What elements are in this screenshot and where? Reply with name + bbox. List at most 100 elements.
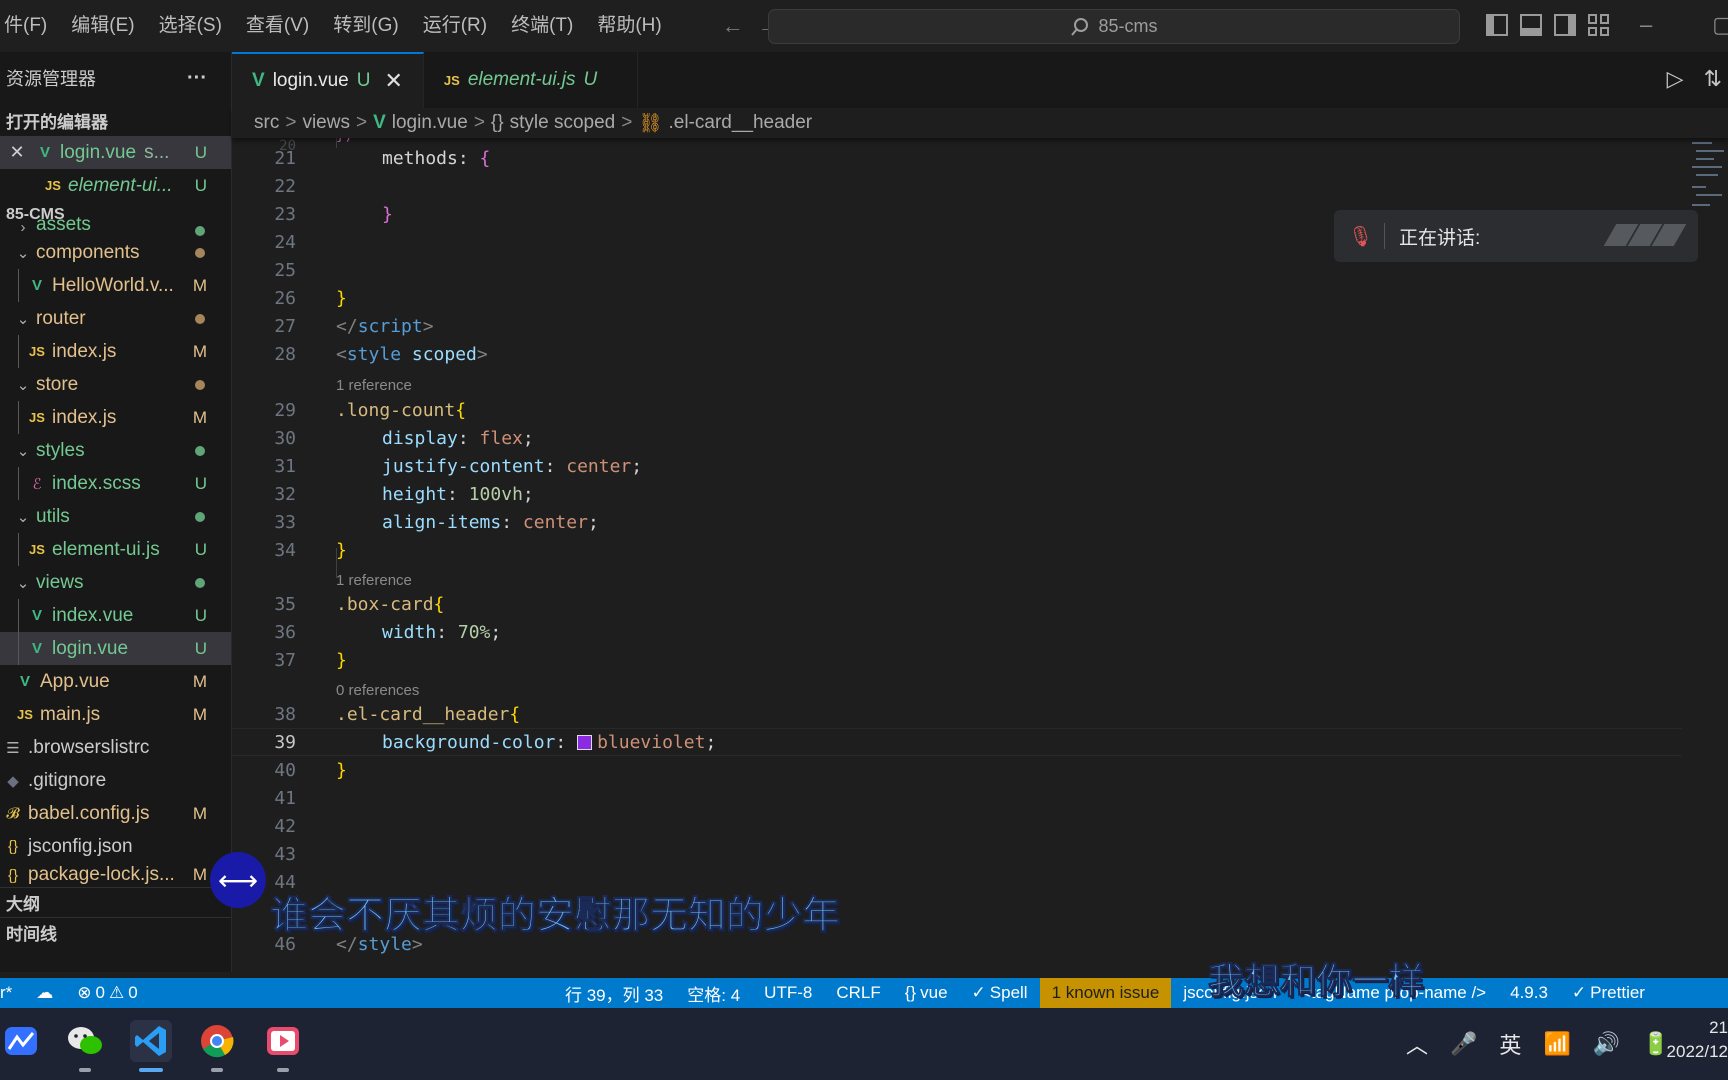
tab-login-vue[interactable]: V login.vue U ✕ [232,52,424,108]
menu-selection[interactable]: 选择(S) [147,0,234,52]
file-package-lock[interactable]: {} package-lock.js... M [0,863,231,887]
microphone-icon[interactable]: 🎤 [1450,1031,1477,1057]
file-store-index-js[interactable]: JS index.js M [0,401,231,434]
breadcrumb-file[interactable]: login.vue [392,112,468,134]
open-editor-element-ui[interactable]: JS element-ui... U [0,169,231,202]
toggle-primary-sidebar-icon[interactable] [1486,14,1508,36]
folder-store[interactable]: ⌄ store [0,368,231,401]
command-center-search[interactable]: 85-cms [768,9,1460,44]
cursor-position[interactable]: 行 39，列 33 [553,978,675,1008]
file-element-ui-js[interactable]: JS element-ui.js U [0,533,231,566]
taskbar-app-wechat[interactable] [64,1020,106,1072]
file-jsconfig-json[interactable]: {} jsconfig.json [0,830,231,863]
breadcrumb-separator: > [355,112,368,133]
wifi-icon[interactable]: 📶 [1543,1031,1570,1057]
folder-assets[interactable]: › assets [0,214,231,236]
timeline-header[interactable]: 时间线 [0,917,231,947]
git-status-dot [195,313,205,324]
codelens-reference[interactable]: 0 references [336,682,419,699]
muted-microphone-icon[interactable]: 🎙 [1348,224,1376,249]
folder-router[interactable]: ⌄ router [0,302,231,335]
known-issue-badge[interactable]: 1 known issue [1039,978,1172,1008]
toggle-panel-icon[interactable] [1520,14,1542,36]
tree-item-label: index.js [52,406,117,428]
file-login-vue[interactable]: V login.vue U [0,632,231,665]
git-status-dot [195,577,205,588]
file-gitignore[interactable]: ◆ .gitignore [0,764,231,797]
breadcrumb-views[interactable]: views [302,112,350,134]
folder-views[interactable]: ⌄ views [0,566,231,599]
outline-header[interactable]: 大纲 [0,887,231,917]
tree-item-label: views [36,571,84,593]
color-swatch[interactable] [577,734,593,750]
code-line: 26 } [232,284,1682,312]
language-mode[interactable]: {} vue [893,978,960,1008]
indentation[interactable]: 空格: 4 [675,978,752,1008]
menu-run[interactable]: 运行(R) [411,0,499,52]
menu-file[interactable]: 件(F) [0,0,59,52]
back-arrow-icon[interactable]: ← [722,13,744,39]
close-tab-icon[interactable]: ✕ [384,68,402,94]
minimize-icon[interactable]: – [1640,12,1652,38]
maximize-icon[interactable]: ▢ [1712,12,1728,38]
menu-go[interactable]: 转到(G) [321,0,410,52]
file-main-js[interactable]: JS main.js M [0,698,231,731]
file-router-index-js[interactable]: JS index.js M [0,335,231,368]
toggle-secondary-sidebar-icon[interactable] [1554,14,1576,36]
prettier-indicator[interactable]: ✓ Prettier [1560,978,1657,1008]
folder-styles[interactable]: ⌄ styles [0,434,231,467]
minimap[interactable] [1688,138,1728,218]
menu-help[interactable]: 帮助(H) [585,0,673,52]
file-babel-config[interactable]: 𝓑 babel.config.js M [0,797,231,830]
run-icon[interactable]: ▷ [1667,66,1684,92]
open-editor-login-vue[interactable]: ✕ V login.vue s... U [0,136,231,169]
tab-element-ui-js[interactable]: JS element-ui.js U [423,52,639,108]
problems-indicator[interactable]: ⊗ 0 ⚠ 0 [65,978,149,1008]
taskbar-app-vscode[interactable] [130,1020,172,1072]
source-control-compare-icon[interactable]: ⇅ [1704,66,1722,92]
spell-check[interactable]: ✓ Spell [960,978,1040,1008]
menu-edit[interactable]: 编辑(E) [59,0,146,52]
input-method-indicator[interactable]: 英 [1499,1028,1521,1060]
line-number: 22 [274,175,296,197]
chevron-up-icon[interactable]: ︿ [1406,1028,1428,1060]
encoding[interactable]: UTF-8 [752,978,824,1008]
taskbar-app-video-player[interactable] [262,1020,304,1072]
breadcrumb-separator: > [473,112,485,133]
chevron-down-icon: ⌄ [16,376,30,394]
end-of-line[interactable]: CRLF [824,978,892,1008]
menu-terminal[interactable]: 终端(T) [499,0,585,52]
sync-cloud-icon[interactable]: ☁ [24,978,65,1008]
code-line: 30 display: flex; [232,424,1682,452]
close-icon[interactable]: ✕ [0,142,34,163]
breadcrumb-selector[interactable]: .el-card__header [668,112,812,134]
taskbar-clock[interactable]: 21 2022/12 [1656,1016,1728,1064]
chevron-down-icon: ⌄ [16,310,30,328]
folder-components[interactable]: ⌄ components [0,236,231,269]
breadcrumb-style-block[interactable]: style scoped [510,112,616,134]
file-browserslistrc[interactable]: ☰ .browserslistrc [0,731,231,764]
typescript-version[interactable]: 4.9.3 [1498,978,1560,1008]
file-helloworld-vue[interactable]: V HelloWorld.v... M [0,269,231,302]
file-index-vue[interactable]: V index.vue U [0,599,231,632]
breadcrumb-src[interactable]: src [254,112,279,134]
code-line: 21 methods: { [232,144,1682,172]
taskbar-app-chrome[interactable] [196,1020,238,1072]
codelens-reference[interactable]: 1 reference [336,572,412,589]
codelens-reference[interactable]: 1 reference [336,377,412,394]
more-actions-icon[interactable]: ··· [187,67,207,90]
open-editors-header[interactable]: 打开的编辑器 [0,104,231,136]
file-app-vue[interactable]: V App.vue M [0,665,231,698]
resize-horizontal-icon[interactable]: ⟷ [210,852,266,908]
video-subtitle: 谁会不厌其烦的安慰那无知的少年 [269,893,841,938]
customize-layout-icon[interactable] [1588,14,1610,36]
code-editor[interactable]: 20 }) 21 methods: { 22 23 } 24 25 26 } 2… [232,138,1728,972]
volume-icon[interactable]: 🔊 [1593,1031,1620,1057]
file-index-scss[interactable]: ℰ index.scss U [0,467,231,500]
vue-file-icon: V [31,640,42,657]
taskbar-app-feishu[interactable] [0,1020,42,1062]
wechat-app-icon [68,1027,102,1054]
menu-view[interactable]: 查看(V) [234,0,321,52]
branch-indicator[interactable]: r* [0,978,24,1008]
folder-utils[interactable]: ⌄ utils [0,500,231,533]
